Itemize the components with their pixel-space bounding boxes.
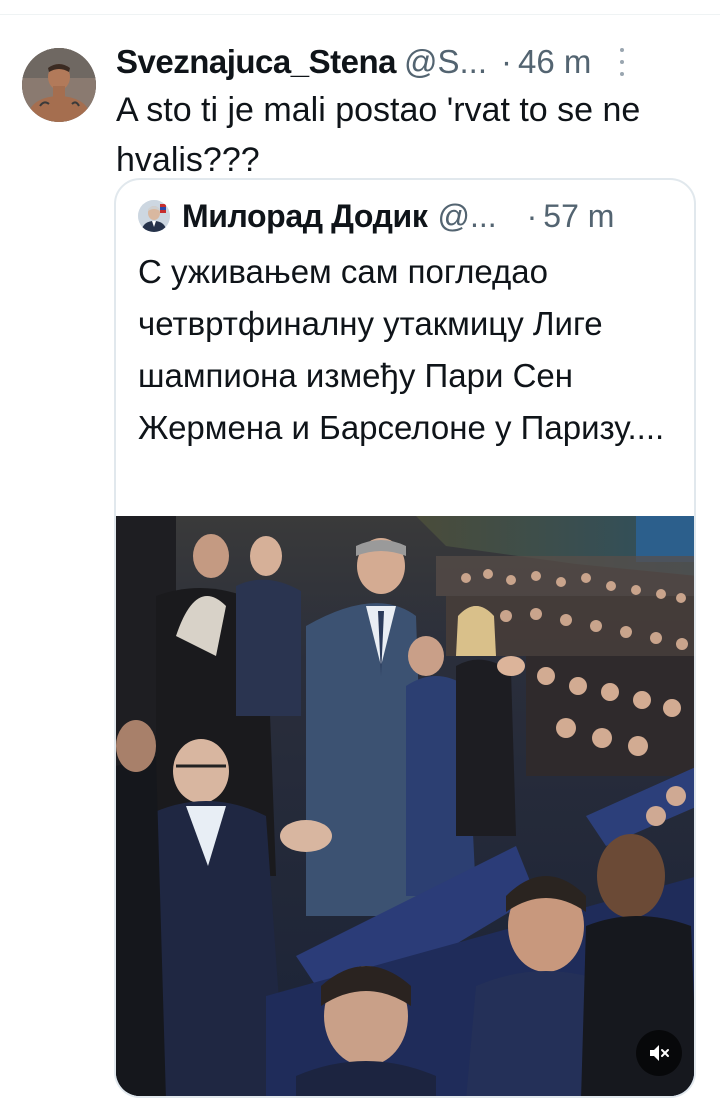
quoted-user-avatar[interactable] bbox=[138, 200, 170, 232]
timestamp[interactable]: 46 m bbox=[518, 42, 591, 82]
user-avatar[interactable] bbox=[22, 48, 96, 122]
quoted-tweet[interactable]: Милорад Додик @... · 57 m С уживањем сам… bbox=[114, 178, 696, 1098]
tweet-text: A sto ti je mali postao 'rvat to se ne h… bbox=[116, 91, 641, 179]
speaker-muted-icon bbox=[650, 1045, 669, 1061]
quoted-timestamp[interactable]: 57 m bbox=[543, 198, 614, 235]
separator-dot: · bbox=[501, 43, 512, 80]
mute-button[interactable] bbox=[636, 1030, 682, 1076]
quoted-avatar-photo bbox=[138, 200, 170, 232]
avatar-photo bbox=[22, 48, 96, 122]
separator-dot: · bbox=[526, 197, 538, 234]
tweet[interactable]: Sveznajuca_Stena @S... · 46 m A sto ti j… bbox=[0, 15, 720, 1098]
display-name[interactable]: Sveznajuca_Stena bbox=[116, 42, 396, 82]
more-vertical-icon[interactable] bbox=[617, 48, 627, 76]
video-media[interactable] bbox=[116, 516, 694, 1096]
stadium-crowd-video-frame bbox=[116, 516, 694, 1096]
tweet-header: Sveznajuca_Stena @S... · 46 m bbox=[116, 41, 696, 83]
quoted-tweet-header: Милорад Додик @... · 57 m bbox=[138, 194, 678, 238]
quoted-display-name[interactable]: Милорад Додик bbox=[182, 198, 428, 235]
user-handle[interactable]: @S... bbox=[404, 42, 487, 82]
quoted-user-handle[interactable]: @... bbox=[437, 198, 496, 235]
quoted-tweet-text: С уживањем сам погледао четвртфиналну ут… bbox=[138, 253, 665, 446]
